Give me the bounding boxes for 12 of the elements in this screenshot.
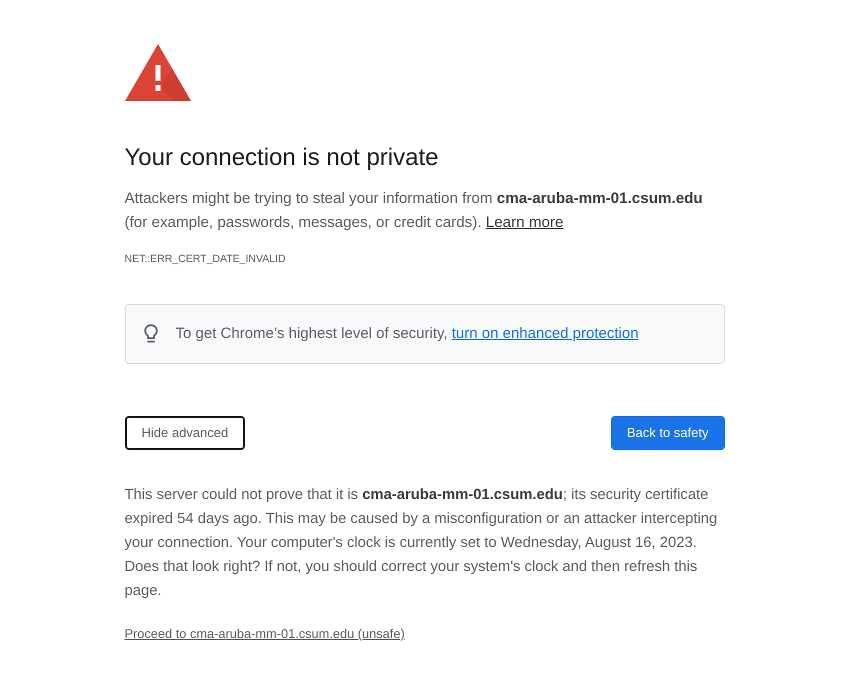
enhanced-protection-link[interactable]: turn on enhanced protection — [452, 324, 639, 342]
proceed-link[interactable]: Proceed to cma-aruba-mm-01.csum.edu (unsafe) — [124, 626, 405, 642]
page-heading: Your connection is not private — [124, 143, 440, 173]
hide-advanced-button[interactable]: Hide advanced — [124, 416, 246, 450]
warning-icon — [124, 44, 190, 101]
error-code: NET::ERR_CERT_DATE_INVALID — [124, 252, 287, 267]
promo-text: To get Chrome’s highest level of security, turn on enhanced protection — [176, 324, 639, 344]
learn-more-link[interactable]: Learn more — [486, 214, 564, 231]
lightbulb-icon — [144, 324, 158, 344]
details-text: This server could not prove that it is cma-aruba-mm-01.csum.edu; its security certificate expired 54 days ago. This may be caused by a misconfiguration or an attacker intercepting your connection. Your computer's clock is currently set to Wednesday, August 16, 2023. Does that look right? If not, you should correct your system's clock and then refresh this page. — [124, 486, 718, 601]
warning-text: Attackers might be trying to steal your information from cma-aruba-mm-01.csum.edu (for example, passwords, messages, or credit cards). Learn more — [124, 189, 704, 233]
back-to-safety-button[interactable]: Back to safety — [610, 416, 724, 450]
